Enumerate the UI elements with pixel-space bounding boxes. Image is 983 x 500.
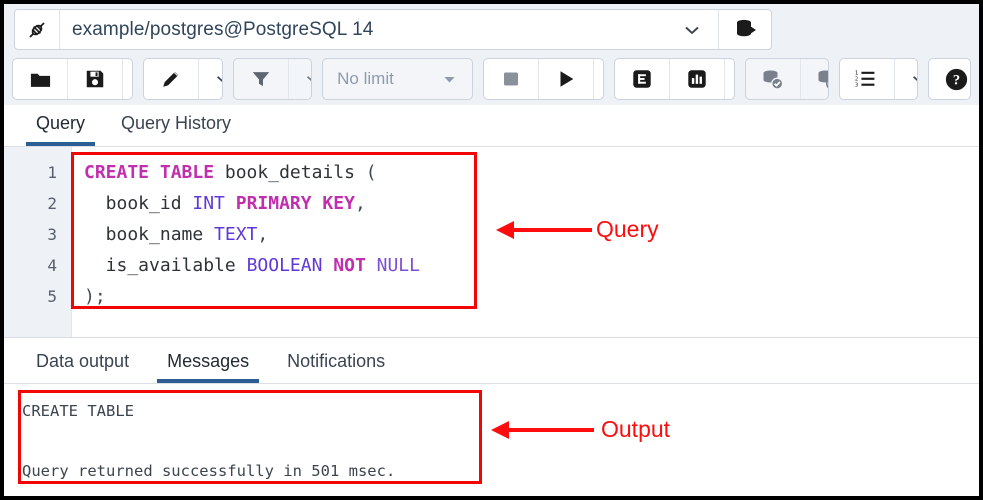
- query-toolbar: No limit 1 2 3 ?: [4, 53, 979, 105]
- macros-button-group: 1 2 3: [838, 58, 919, 100]
- sql-token: (: [365, 162, 377, 183]
- execute-button-group: [482, 58, 604, 100]
- explain-analyze-button[interactable]: [670, 59, 725, 99]
- stop-query-button[interactable]: [484, 59, 539, 99]
- tab-messages[interactable]: Messages: [157, 351, 260, 383]
- edit-button-group: [143, 58, 223, 100]
- query-annotation-arrow-head: [496, 221, 514, 239]
- database-rollback-icon[interactable]: [801, 59, 828, 99]
- explain-button[interactable]: [615, 59, 670, 99]
- svg-text:3: 3: [855, 83, 858, 89]
- connection-title: example/postgres@PostgreSQL 14: [72, 18, 374, 40]
- execute-query-button[interactable]: [539, 59, 594, 99]
- sql-token: ,: [354, 193, 366, 214]
- output-tab-bar: Data output Messages Notifications: [4, 337, 979, 384]
- line-number: 2: [47, 194, 57, 213]
- line-number-gutter: 1 2 3 4 5: [4, 147, 72, 337]
- file-button-group: [12, 58, 133, 100]
- line-number: 3: [47, 225, 57, 244]
- tab-notifications[interactable]: Notifications: [277, 351, 395, 383]
- explain-dropdown-button[interactable]: [725, 59, 734, 99]
- output-annotation-arrow-head: [491, 421, 509, 439]
- line-number: 4: [47, 256, 57, 275]
- sql-token: book_id: [84, 193, 193, 214]
- query-tab-bar: Query Query History: [4, 105, 979, 147]
- filter-icon[interactable]: [234, 59, 289, 99]
- filter-button-group: [232, 58, 313, 100]
- sql-token: CREATE TABLE: [84, 162, 215, 183]
- output-annotation-arrow-line: [509, 428, 594, 432]
- sql-token: book_details: [214, 162, 366, 183]
- sql-token: ,: [257, 224, 269, 245]
- line-number: 1: [47, 163, 57, 182]
- sql-token: INT: [192, 193, 225, 214]
- sql-line: book_name TEXT,: [84, 219, 979, 250]
- numbered-list-icon[interactable]: 1 2 3: [840, 59, 895, 99]
- sql-token: NULL: [376, 255, 420, 276]
- tab-data-output[interactable]: Data output: [26, 351, 139, 383]
- sql-token: book_name: [84, 224, 215, 245]
- sql-token: );: [84, 286, 106, 307]
- sql-line: CREATE TABLE book_details (: [84, 157, 979, 188]
- connection-bar: example/postgres@PostgreSQL 14: [4, 4, 979, 53]
- sql-token: is_available: [84, 255, 247, 276]
- explain-button-group: [613, 58, 735, 100]
- row-limit-value: No limit: [337, 69, 394, 88]
- save-file-button[interactable]: [68, 59, 123, 99]
- connect-database-icon[interactable]: [719, 10, 771, 49]
- output-annotation-label: Output: [601, 416, 671, 442]
- row-limit-select[interactable]: No limit: [322, 58, 473, 100]
- sql-editor[interactable]: 1 2 3 4 5 CREATE TABLE book_details ( bo…: [4, 147, 979, 337]
- connection-selector[interactable]: example/postgres@PostgreSQL 14: [14, 9, 772, 50]
- sql-line: is_available BOOLEAN NOT NULL: [84, 250, 979, 281]
- filter-dropdown-button[interactable]: [289, 59, 312, 99]
- messages-pane: CREATE TABLE Query returned successfully…: [4, 384, 979, 496]
- caret-down-icon: [441, 71, 458, 88]
- database-commit-icon[interactable]: [746, 59, 801, 99]
- save-dropdown-button[interactable]: [123, 59, 132, 99]
- execute-dropdown-button[interactable]: [594, 59, 603, 99]
- open-file-button[interactable]: [13, 59, 68, 99]
- plug-connected-icon: [15, 10, 60, 49]
- help-button-group: ?: [928, 58, 971, 100]
- sql-token: PRIMARY KEY: [235, 193, 355, 214]
- query-annotation-arrow-line: [514, 228, 592, 232]
- sql-code-text[interactable]: CREATE TABLE book_details ( book_id INT …: [72, 147, 979, 337]
- help-question-icon[interactable]: ?: [929, 59, 970, 99]
- query-annotation-label: Query: [596, 216, 659, 242]
- macros-dropdown-button[interactable]: [895, 59, 918, 99]
- sql-token: BOOLEAN: [246, 255, 323, 276]
- message-line: Query returned successfully in 501 msec.: [22, 462, 396, 480]
- sql-line: book_id INT PRIMARY KEY,: [84, 188, 979, 219]
- tab-query-history[interactable]: Query History: [111, 113, 241, 146]
- transaction-button-group: [744, 58, 829, 100]
- line-number: 5: [47, 287, 57, 306]
- tab-query[interactable]: Query: [26, 113, 96, 146]
- chevron-down-icon[interactable]: [666, 10, 719, 49]
- sql-line: );: [84, 281, 979, 312]
- pencil-edit-icon[interactable]: [144, 59, 199, 99]
- svg-text:?: ?: [953, 72, 960, 88]
- sql-token: NOT: [333, 255, 366, 276]
- pgadmin-query-tool-window: example/postgres@PostgreSQL 14 No limit …: [0, 0, 983, 500]
- edit-dropdown-button[interactable]: [199, 59, 222, 99]
- sql-token: TEXT: [214, 224, 258, 245]
